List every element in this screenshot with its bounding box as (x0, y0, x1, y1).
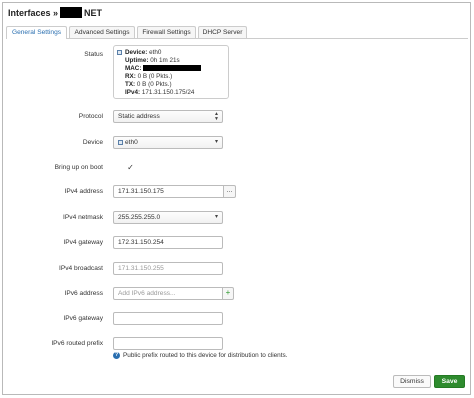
tab-advanced-settings[interactable]: Advanced Settings (69, 26, 135, 38)
status-device-value: eth0 (149, 49, 162, 56)
ipv6-prefix-input[interactable] (113, 337, 223, 350)
status-tx-key: TX: (125, 81, 136, 88)
tab-general-settings[interactable]: General Settings (6, 26, 67, 39)
ipv6-address-input[interactable]: Add IPv6 address... (113, 287, 223, 300)
title-prefix: Interfaces » (8, 7, 59, 18)
redacted-name (60, 7, 83, 18)
page-title: Interfaces » NET (8, 7, 102, 18)
dialog-frame (2, 2, 471, 395)
device-label: Device (82, 139, 103, 146)
ipv4-address-input[interactable]: 171.31.150.175 (113, 185, 224, 198)
add-ipv6-button[interactable]: + (222, 287, 234, 300)
protocol-select[interactable]: Static address ▲ ▼ (113, 110, 223, 123)
dismiss-button[interactable]: Dismiss (393, 375, 431, 388)
ipv4-gateway-input[interactable]: 172.31.150.254 (113, 236, 223, 249)
ipv6-address-label: IPv6 address (64, 290, 103, 297)
ipv6-prefix-label: IPv6 routed prefix (51, 340, 103, 347)
chevron-down-icon: ▾ (214, 139, 218, 145)
ipv6-gateway-label: IPv6 gateway (63, 315, 103, 322)
save-button[interactable]: Save (434, 375, 465, 388)
ipv4-broadcast-input[interactable]: 171.31.150.255 (113, 262, 223, 275)
chevron-down-icon: ▾ (214, 214, 218, 220)
ipv4-netmask-select[interactable]: 255.255.255.0 ▾ (113, 211, 223, 224)
device-value: eth0 (125, 139, 138, 146)
status-rx-value: 0 B (0 Pkts.) (137, 73, 173, 80)
ipv4-address-label: IPv4 address (64, 188, 103, 195)
ipv4-netmask-label: IPv4 netmask (63, 214, 103, 221)
status-label: Status (84, 51, 103, 58)
ipv4-broadcast-label: IPv4 broadcast (59, 265, 103, 272)
status-mac-key: MAC: (125, 65, 142, 72)
help-icon: ? (113, 352, 120, 359)
ipv6-prefix-hint-text: Public prefix routed to this device for … (123, 352, 288, 359)
title-suffix: NET (84, 7, 103, 18)
updown-arrow-icon: ▲ ▼ (214, 111, 219, 122)
device-select[interactable]: eth0 ▾ (113, 136, 223, 149)
status-tx-value: 0 B (0 Pkts.) (136, 81, 172, 88)
tab-bar: General Settings Advanced Settings Firew… (6, 26, 468, 39)
ipv4-netmask-value: 255.255.255.0 (118, 214, 161, 221)
ipv4-gateway-label: IPv4 gateway (63, 239, 103, 246)
status-device-key: Device: (125, 49, 148, 56)
tab-firewall-settings[interactable]: Firewall Settings (137, 26, 196, 38)
boot-checkbox[interactable]: ✓ (126, 163, 135, 172)
status-box: Device: eth0 Uptime: 0h 1m 21s MAC: RX: … (113, 45, 229, 99)
status-uptime-value: 0h 1m 21s (150, 57, 180, 64)
status-rx-key: RX: (125, 73, 136, 80)
boot-label: Bring up on boot (54, 164, 103, 171)
ipv4-address-more-button[interactable]: ... (223, 185, 236, 198)
ipv6-gateway-input[interactable] (113, 312, 223, 325)
ethernet-port-icon (118, 139, 123, 145)
ipv6-prefix-hint: ? Public prefix routed to this device fo… (113, 352, 287, 359)
status-uptime-key: Uptime: (125, 57, 149, 64)
protocol-value: Static address (118, 113, 160, 120)
ethernet-port-icon (117, 50, 122, 55)
tab-dhcp-server[interactable]: DHCP Server (198, 26, 247, 38)
status-ipv4-key: IPv4: (125, 89, 141, 96)
redacted-mac (143, 65, 202, 72)
protocol-label: Protocol (78, 113, 103, 120)
status-ipv4-value: 171.31.150.175/24 (141, 89, 195, 96)
